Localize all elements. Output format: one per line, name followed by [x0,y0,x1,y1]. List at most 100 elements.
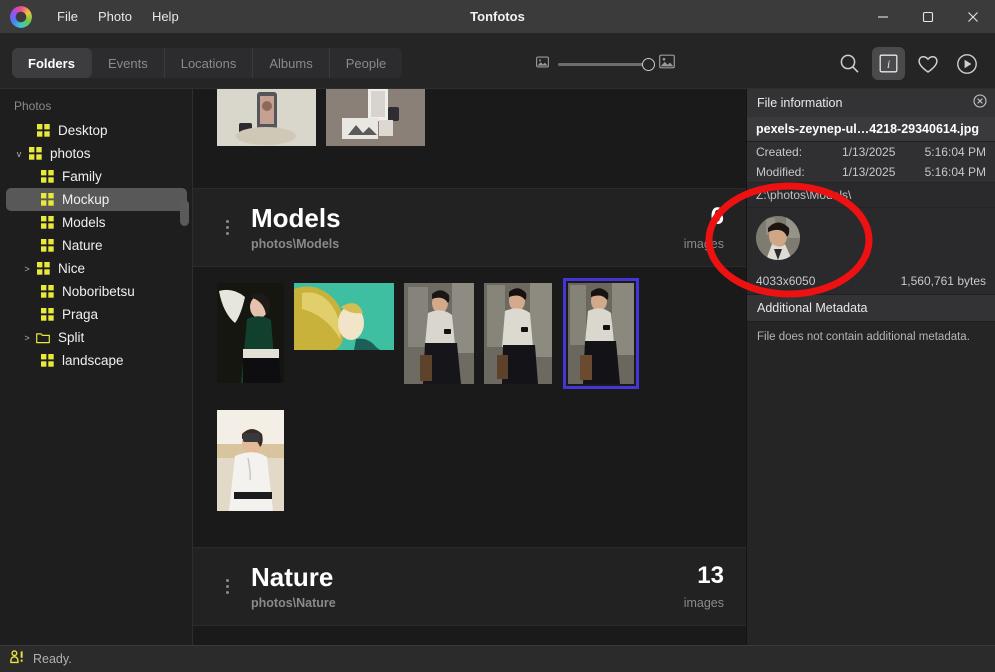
outline-folder-icon [34,332,52,344]
sidebar-item-desktop[interactable]: Desktop [6,119,187,142]
modified-time: 5:16:04 PM [924,165,986,179]
sidebar-item-label: Models [62,215,106,230]
section-menu-dots-icon[interactable] [217,579,237,594]
sidebar-item-label: Desktop [58,123,108,138]
close-circle-icon[interactable] [973,93,987,113]
previous-section-thumbs [193,89,746,146]
sidebar-item-models[interactable]: Models [6,211,187,234]
sidebar-item-label: Praga [62,307,99,322]
grid-folder-icon [38,354,56,367]
sidebar-item-noboribetsu[interactable]: Noboribetsu [6,280,187,303]
tab-folders[interactable]: Folders [12,48,92,78]
section-count-group: 6 images [684,203,724,250]
svg-text:i: i [887,57,890,71]
file-modified-row: Modified: 1/13/2025 5:16:04 PM [747,162,995,182]
section-titles: Nature photos\Nature [251,563,684,610]
menu-item-photo[interactable]: Photo [89,5,141,28]
menu-item-help[interactable]: Help [143,5,188,28]
additional-metadata-header[interactable]: Additional Metadata [747,295,995,322]
sidebar-item-family[interactable]: Family [6,165,187,188]
thumbnail-size-slider[interactable] [558,57,655,71]
tab-events[interactable]: Events [92,48,165,78]
grid-folder-icon [38,193,56,206]
sidebar-item-label: Mockup [62,192,110,207]
models-thumbnail-grid [193,267,746,511]
image-dimensions: 4033x6050 [756,274,816,288]
sidebar-item-praga[interactable]: Praga [6,303,187,326]
grid-folder-icon [38,239,56,252]
small-image-icon [536,55,549,73]
favorites-heart-button[interactable] [911,47,944,80]
sidebar-item-label: Family [62,169,102,184]
tab-people[interactable]: People [330,48,402,78]
app-logo-icon [10,5,32,28]
section-count-group: 13 images [684,562,724,609]
slideshow-play-button[interactable] [950,47,983,80]
thumbnail-item[interactable] [217,283,284,383]
section-title: Nature [251,562,334,593]
large-image-icon [659,54,675,74]
sidebar-header: Photos [14,99,52,113]
face-thumbnail-zone [747,208,995,270]
slider-thumb[interactable] [642,57,655,71]
tab-albums[interactable]: Albums [253,48,330,78]
grid-folder-icon [34,124,52,137]
minimize-button[interactable] [860,0,905,33]
thumbnail-item[interactable] [484,283,552,384]
file-created-row: Created: 1/13/2025 5:16:04 PM [747,142,995,162]
title-bar: File Photo Help Tonfotos [0,0,995,33]
status-bar: Ready. [0,645,995,672]
info-panel-title: File information [757,96,843,110]
section-count: 6 [710,203,724,231]
sidebar-item-label: Noboribetsu [62,284,135,299]
thumbnail-size-slider-group [536,54,675,74]
created-time: 5:16:04 PM [924,145,986,159]
section-path: photos\Nature [251,595,336,610]
grid-folder-icon [26,147,44,160]
section-title: Models [251,203,341,234]
grid-folder-icon [38,170,56,183]
sidebar-item-split[interactable]: > Split [6,326,187,349]
sidebar-item-nature[interactable]: Nature [6,234,187,257]
view-tabs: Folders Events Locations Albums People [12,48,403,78]
section-header-models[interactable]: Models photos\Models 6 images [193,188,746,267]
thumbnail-item[interactable] [326,89,425,146]
photo-grid-area[interactable]: Models photos\Models 6 images Nature pho… [193,89,746,645]
sidebar-item-label: Nature [62,238,103,253]
file-dimensions-row: 4033x6050 1,560,761 bytes [747,270,995,295]
thumbnail-item[interactable] [217,410,284,511]
sidebar-item-label: Split [58,330,85,345]
maximize-button[interactable] [905,0,950,33]
menu-bar: File Photo Help [48,5,188,28]
content-scrollbar-thumb[interactable] [180,200,189,226]
sidebar-item-landscape[interactable]: landscape [6,349,187,372]
thumbnail-item[interactable] [294,283,394,350]
menu-item-file[interactable]: File [48,5,87,28]
folder-sidebar[interactable]: Photos Desktop v photos Family Mockup Mo… [0,89,193,645]
close-button[interactable] [950,0,995,33]
search-button[interactable] [833,47,866,80]
info-panel-header: File information [747,89,995,117]
face-thumbnail-avatar[interactable] [756,216,800,260]
file-path[interactable]: Z:\photos\Models\ [747,182,995,208]
sidebar-item-nice[interactable]: > Nice [6,257,187,280]
sidebar-item-photos[interactable]: v photos [6,142,187,165]
section-header-nature[interactable]: Nature photos\Nature 13 images [193,547,746,626]
sidebar-item-mockup[interactable]: Mockup [6,188,187,211]
tab-locations[interactable]: Locations [165,48,254,78]
app-window: File Photo Help Tonfotos Folders Events … [0,0,995,672]
info-button[interactable]: i [872,47,905,80]
chevron-right-icon[interactable]: > [20,333,34,343]
thumbnail-item[interactable] [217,89,316,146]
chevron-right-icon[interactable]: > [20,264,34,274]
file-size: 1,560,761 bytes [900,274,986,288]
file-information-panel: File information pexels-zeynep-ul…4218-2… [746,89,995,645]
thumbnail-item-selected[interactable] [563,278,639,389]
additional-metadata-note: File does not contain additional metadat… [757,331,970,343]
chevron-down-icon[interactable]: v [12,149,26,159]
person-alert-icon [10,649,25,669]
grid-folder-icon [38,216,56,229]
thumbnail-item[interactable] [404,283,474,384]
section-menu-dots-icon[interactable] [217,220,237,235]
modified-date: 1/13/2025 [842,165,896,179]
